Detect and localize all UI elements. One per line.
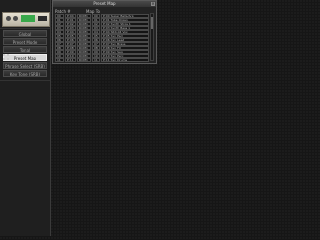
- table-row: 11 P:11 ROM1 11 P:11 Syn Drums: [55, 58, 151, 62]
- close-icon[interactable]: ×: [151, 2, 155, 6]
- row-number: 11: [55, 58, 64, 62]
- sidebar-item-label: Phrase Select (SRB): [5, 64, 45, 69]
- sidebar-item-phrase-select[interactable]: Phrase Select (SRB): [3, 62, 47, 69]
- preset-map-window: Preset Map × Patch # Map To 00 P:04 ROM1 00…: [52, 0, 157, 64]
- sidebar-item-label: Key Tone (SRB): [9, 72, 41, 77]
- knob-icon: [6, 16, 11, 21]
- sidebar-divider: [0, 80, 50, 81]
- sidebar-item-label: Preset Map: [13, 56, 37, 61]
- sidebar-item-tonal[interactable]: Tonal: [3, 46, 47, 53]
- patch-number-select[interactable]: 11: [92, 58, 100, 62]
- grid-icon: [3, 54, 9, 60]
- sidebar-item-global[interactable]: Global: [3, 30, 47, 37]
- sidebar-divider: [0, 28, 50, 29]
- window-title: Preset Map: [93, 1, 116, 6]
- knob-icon: [13, 16, 18, 21]
- sidebar-item-label: Global: [18, 32, 32, 37]
- sidebar-item-label: Tonal: [19, 48, 31, 53]
- patch-select[interactable]: P:11: [65, 58, 76, 62]
- sidebar-item-preset-mode[interactable]: Preset Mode: [3, 38, 47, 45]
- patch-name-select[interactable]: P:11 Syn Drums: [101, 58, 149, 62]
- bank-select[interactable]: ROM1: [77, 58, 91, 62]
- sidebar-item-preset-map[interactable]: Preset Map: [3, 54, 47, 61]
- scrollbar-thumb[interactable]: [151, 17, 153, 29]
- device-image: [2, 12, 50, 27]
- sidebar-item-key-tone[interactable]: Key Tone (SRB): [3, 70, 47, 77]
- scrollbar[interactable]: [150, 13, 154, 61]
- sidebar-item-label: Preset Mode: [12, 40, 38, 45]
- window-titlebar[interactable]: Preset Map ×: [53, 1, 156, 7]
- device-slot: [38, 16, 47, 21]
- device-screen: [21, 15, 35, 22]
- sidebar: Global Preset Mode Tonal Preset Map Phra…: [0, 0, 51, 236]
